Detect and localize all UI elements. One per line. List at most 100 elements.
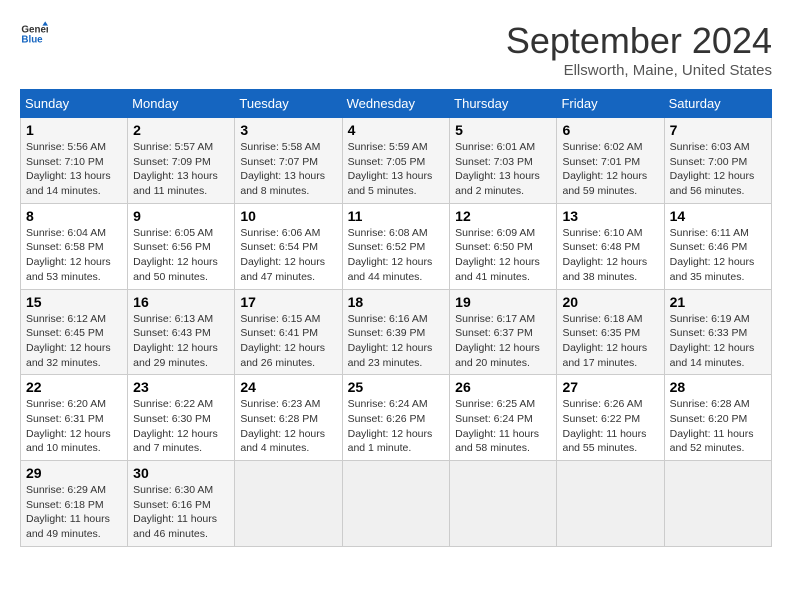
day-number: 9 (133, 208, 229, 224)
day-info: Sunrise: 6:29 AMSunset: 6:18 PMDaylight:… (26, 483, 122, 542)
table-row: 9 Sunrise: 6:05 AMSunset: 6:56 PMDaylight… (128, 203, 235, 289)
day-number: 19 (455, 294, 551, 310)
day-info: Sunrise: 6:11 AMSunset: 6:46 PMDaylight:… (670, 226, 766, 285)
day-info: Sunrise: 6:16 AMSunset: 6:39 PMDaylight:… (348, 312, 445, 371)
table-row: 17 Sunrise: 6:15 AMSunset: 6:41 PMDayligh… (235, 289, 342, 375)
day-info: Sunrise: 6:09 AMSunset: 6:50 PMDaylight:… (455, 226, 551, 285)
table-row: 30 Sunrise: 6:30 AMSunset: 6:16 PMDayligh… (128, 461, 235, 547)
header-wednesday: Wednesday (342, 90, 450, 118)
table-row: 4 Sunrise: 5:59 AMSunset: 7:05 PMDaylight… (342, 118, 450, 204)
day-number: 30 (133, 465, 229, 481)
day-number: 27 (562, 379, 658, 395)
table-row: 11Sunrise: 6:08 AMSunset: 6:52 PMDayligh… (342, 203, 450, 289)
day-number: 17 (240, 294, 336, 310)
day-info: Sunrise: 6:10 AMSunset: 6:48 PMDaylight:… (562, 226, 658, 285)
calendar-table: Sunday Monday Tuesday Wednesday Thursday… (20, 89, 772, 547)
day-info: Sunrise: 6:05 AMSunset: 6:56 PMDaylight:… (133, 226, 229, 285)
day-number: 12 (455, 208, 551, 224)
calendar-week-row: 8Sunrise: 6:04 AMSunset: 6:58 PMDaylight… (21, 203, 772, 289)
table-row (557, 461, 664, 547)
table-row: 13Sunrise: 6:10 AMSunset: 6:48 PMDayligh… (557, 203, 664, 289)
table-row: 18 Sunrise: 6:16 AMSunset: 6:39 PMDayligh… (342, 289, 450, 375)
svg-text:Blue: Blue (21, 34, 43, 45)
table-row: 19 Sunrise: 6:17 AMSunset: 6:37 PMDayligh… (450, 289, 557, 375)
day-info: Sunrise: 6:30 AMSunset: 6:16 PMDaylight:… (133, 483, 229, 542)
table-row: 26Sunrise: 6:25 AMSunset: 6:24 PMDayligh… (450, 375, 557, 461)
table-row (342, 461, 450, 547)
day-number: 21 (670, 294, 766, 310)
day-number: 8 (26, 208, 122, 224)
calendar-week-row: 22 Sunrise: 6:20 AMSunset: 6:31 PMDayligh… (21, 375, 772, 461)
day-info: Sunrise: 5:56 AMSunset: 7:10 PMDaylight:… (26, 140, 122, 199)
calendar-week-row: 1 Sunrise: 5:56 AMSunset: 7:10 PMDaylight… (21, 118, 772, 204)
day-number: 2 (133, 122, 229, 138)
header-friday: Friday (557, 90, 664, 118)
table-row: 24Sunrise: 6:23 AMSunset: 6:28 PMDayligh… (235, 375, 342, 461)
table-row (450, 461, 557, 547)
table-row: 3Sunrise: 5:58 AMSunset: 7:07 PMDaylight… (235, 118, 342, 204)
day-info: Sunrise: 6:15 AMSunset: 6:41 PMDaylight:… (240, 312, 336, 371)
day-number: 4 (348, 122, 445, 138)
day-info: Sunrise: 6:22 AMSunset: 6:30 PMDaylight:… (133, 397, 229, 456)
day-info: Sunrise: 6:17 AMSunset: 6:37 PMDaylight:… (455, 312, 551, 371)
calendar-week-row: 15Sunrise: 6:12 AMSunset: 6:45 PMDayligh… (21, 289, 772, 375)
day-info: Sunrise: 6:28 AMSunset: 6:20 PMDaylight:… (670, 397, 766, 456)
table-row: 7Sunrise: 6:03 AMSunset: 7:00 PMDaylight… (664, 118, 771, 204)
day-number: 1 (26, 122, 122, 138)
day-info: Sunrise: 6:12 AMSunset: 6:45 PMDaylight:… (26, 312, 122, 371)
calendar-title: September 2024 (506, 20, 772, 62)
day-number: 10 (240, 208, 336, 224)
day-info: Sunrise: 5:59 AMSunset: 7:05 PMDaylight:… (348, 140, 445, 199)
day-info: Sunrise: 5:57 AMSunset: 7:09 PMDaylight:… (133, 140, 229, 199)
table-row: 25Sunrise: 6:24 AMSunset: 6:26 PMDayligh… (342, 375, 450, 461)
title-area: September 2024 Ellsworth, Maine, United … (506, 20, 772, 79)
day-info: Sunrise: 6:20 AMSunset: 6:31 PMDaylight:… (26, 397, 122, 456)
table-row (235, 461, 342, 547)
header-monday: Monday (128, 90, 235, 118)
page-header: General Blue September 2024 Ellsworth, M… (20, 20, 772, 79)
table-row: 8Sunrise: 6:04 AMSunset: 6:58 PMDaylight… (21, 203, 128, 289)
day-number: 18 (348, 294, 445, 310)
day-number: 14 (670, 208, 766, 224)
logo-icon: General Blue (20, 20, 48, 48)
day-info: Sunrise: 6:25 AMSunset: 6:24 PMDaylight:… (455, 397, 551, 456)
table-row: 12 Sunrise: 6:09 AMSunset: 6:50 PMDayligh… (450, 203, 557, 289)
table-row: 21 Sunrise: 6:19 AMSunset: 6:33 PMDayligh… (664, 289, 771, 375)
table-row: 2 Sunrise: 5:57 AMSunset: 7:09 PMDaylight… (128, 118, 235, 204)
day-info: Sunrise: 6:18 AMSunset: 6:35 PMDaylight:… (562, 312, 658, 371)
day-info: Sunrise: 6:26 AMSunset: 6:22 PMDaylight:… (562, 397, 658, 456)
table-row: 23 Sunrise: 6:22 AMSunset: 6:30 PMDayligh… (128, 375, 235, 461)
table-row: 14 Sunrise: 6:11 AMSunset: 6:46 PMDayligh… (664, 203, 771, 289)
day-info: Sunrise: 6:23 AMSunset: 6:28 PMDaylight:… (240, 397, 336, 456)
table-row: 15Sunrise: 6:12 AMSunset: 6:45 PMDayligh… (21, 289, 128, 375)
day-info: Sunrise: 6:06 AMSunset: 6:54 PMDaylight:… (240, 226, 336, 285)
table-row: 20 Sunrise: 6:18 AMSunset: 6:35 PMDayligh… (557, 289, 664, 375)
header-thursday: Thursday (450, 90, 557, 118)
header-saturday: Saturday (664, 90, 771, 118)
day-info: Sunrise: 6:19 AMSunset: 6:33 PMDaylight:… (670, 312, 766, 371)
table-row: 5 Sunrise: 6:01 AMSunset: 7:03 PMDaylight… (450, 118, 557, 204)
table-row: 29 Sunrise: 6:29 AMSunset: 6:18 PMDayligh… (21, 461, 128, 547)
day-number: 25 (348, 379, 445, 395)
table-row: 10 Sunrise: 6:06 AMSunset: 6:54 PMDayligh… (235, 203, 342, 289)
day-number: 28 (670, 379, 766, 395)
table-row: 6Sunrise: 6:02 AMSunset: 7:01 PMDaylight… (557, 118, 664, 204)
day-number: 22 (26, 379, 122, 395)
day-number: 5 (455, 122, 551, 138)
day-info: Sunrise: 6:01 AMSunset: 7:03 PMDaylight:… (455, 140, 551, 199)
day-info: Sunrise: 5:58 AMSunset: 7:07 PMDaylight:… (240, 140, 336, 199)
table-row: 27 Sunrise: 6:26 AMSunset: 6:22 PMDayligh… (557, 375, 664, 461)
header-sunday: Sunday (21, 90, 128, 118)
table-row: 16Sunrise: 6:13 AMSunset: 6:43 PMDayligh… (128, 289, 235, 375)
day-number: 23 (133, 379, 229, 395)
day-number: 20 (562, 294, 658, 310)
day-number: 11 (348, 208, 445, 224)
day-number: 6 (562, 122, 658, 138)
calendar-week-row: 29 Sunrise: 6:29 AMSunset: 6:18 PMDayligh… (21, 461, 772, 547)
calendar-header-row: Sunday Monday Tuesday Wednesday Thursday… (21, 90, 772, 118)
table-row: 22 Sunrise: 6:20 AMSunset: 6:31 PMDayligh… (21, 375, 128, 461)
day-number: 29 (26, 465, 122, 481)
table-row (664, 461, 771, 547)
table-row: 1 Sunrise: 5:56 AMSunset: 7:10 PMDaylight… (21, 118, 128, 204)
day-info: Sunrise: 6:13 AMSunset: 6:43 PMDaylight:… (133, 312, 229, 371)
